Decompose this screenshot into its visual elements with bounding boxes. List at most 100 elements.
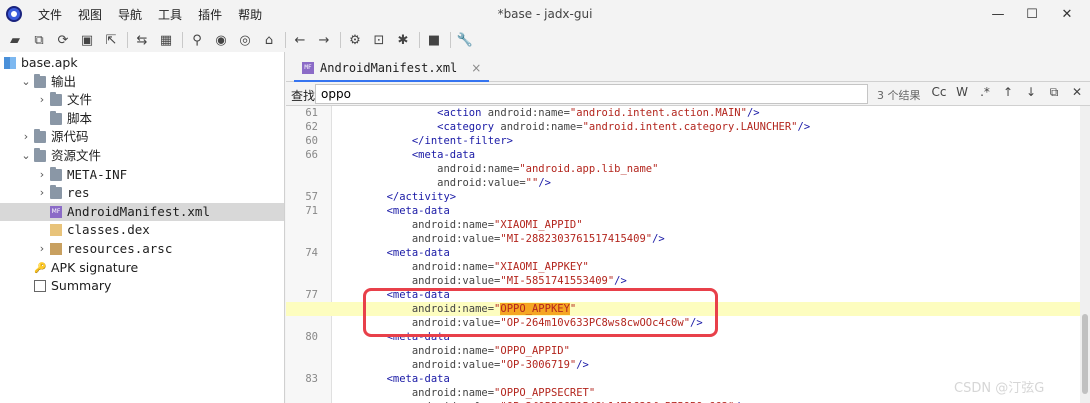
find-usage-icon[interactable]: ◎ [234,29,256,51]
code-text: </intent-filter> [336,134,513,148]
tree-item-resources[interactable]: ⌄ 资源文件 [0,147,284,165]
code-token: <meta-data [411,149,476,161]
tree-item-android-manifest[interactable]: MF AndroidManifest.xml [0,202,284,221]
code-line: android:name="OPPO_APPID" [286,344,1080,358]
home-icon[interactable]: ⌂ [258,29,280,51]
flatten-icon[interactable]: ▦ [155,29,177,51]
expand-chevron-icon[interactable]: › [36,184,48,202]
vertical-scrollbar[interactable] [1080,106,1090,403]
toolbar-separator [340,32,341,48]
tree-item-base-apk[interactable]: base.apk [0,54,284,72]
prev-result-button[interactable]: ↑ [999,85,1017,103]
tree-item-res[interactable]: › res [0,184,284,202]
close-search-button[interactable]: ✕ [1068,85,1086,103]
menu-item-4[interactable]: 插件 [190,6,230,23]
code-token: "OPPO_APPID" [494,345,570,357]
refresh-icon[interactable]: ⟳ [52,29,74,51]
line-number: 83 [305,373,318,385]
search-icon[interactable]: ⚲ [186,29,208,51]
menu-item-5[interactable]: 帮助 [230,6,270,23]
tree-item-scripts[interactable]: 脚本 [0,110,284,128]
expand-chevron-icon[interactable]: › [36,240,48,258]
tab-label: AndroidManifest.xml [320,61,458,75]
toolbar-separator [450,32,451,48]
close-button[interactable]: ✕ [1044,0,1090,28]
code-token: /> [614,275,627,287]
tab-android-manifest[interactable]: MF AndroidManifest.xml × [294,56,490,82]
log-icon[interactable]: ■ [423,29,445,51]
whole-word-toggle[interactable]: W [953,85,971,103]
open-folder-icon[interactable]: ▰ [4,29,26,51]
close-tab-icon[interactable]: × [471,61,481,75]
menu-item-2[interactable]: 导航 [110,6,150,23]
debug-icon[interactable]: ✱ [392,29,414,51]
code-text: <meta-data [336,204,450,218]
tree-item-label: 文件 [67,92,93,108]
code-text: android:value="OP-3006719"/> [336,358,589,372]
code-token: "OP-3006719" [500,359,577,371]
sync-icon[interactable]: ⇆ [131,29,153,51]
annotation-highlight-box [363,288,718,337]
next-result-button[interactable]: ↓ [1022,85,1040,103]
code-token: "OPPO_APPSECRET" [494,387,596,399]
search-input[interactable] [315,84,868,104]
deobfuscate-icon[interactable]: ⚙ [344,29,366,51]
regex-toggle[interactable]: .* [976,85,994,103]
export-icon[interactable]: ⇱ [100,29,122,51]
code-line: 74 <meta-data [286,246,1080,260]
tree-item-files[interactable]: › 文件 [0,91,284,109]
tree-item-label: base.apk [21,55,78,70]
project-tree[interactable]: base.apk ⌄ 输出 › 文件 脚本 › 源代码 ⌄ 资源文件 › META-INF › res MF… [0,52,285,403]
code-view[interactable]: 61 <action android:name="android.intent.… [286,106,1090,403]
expand-chevron-icon[interactable]: ⌄ [20,73,32,91]
tree-item-meta-inf[interactable]: › META-INF [0,166,284,184]
watermark: CSDN @汀弦G [954,381,1045,396]
code-line: 60 </intent-filter> [286,134,1080,148]
folder-icon [34,148,46,162]
title-bar: 文件 视图 导航 工具 插件 帮助 *base - jadx-gui — ☐ ✕ [0,0,1090,28]
code-token: "MI-2882303761517415409" [500,233,653,245]
find-class-icon[interactable]: ◉ [210,29,232,51]
expand-chevron-icon[interactable]: › [36,166,48,184]
code-line: android:name="XIAOMI_APPID" [286,218,1080,232]
tree-item-source-code[interactable]: › 源代码 [0,128,284,146]
code-text: android:name="XIAOMI_APPID" [336,218,583,232]
expand-chevron-icon[interactable]: ⌄ [20,147,32,165]
menu-bar: 文件 视图 导航 工具 插件 帮助 [30,0,270,28]
settings-wrench-icon[interactable]: 🔧 [454,29,476,51]
code-text: android:name="OPPO_APPID" [336,344,570,358]
multi-select-button[interactable]: ⧉ [1045,85,1063,103]
quark-icon[interactable]: ⊡ [368,29,390,51]
code-token: android:name= [487,107,570,119]
forward-arrow-icon[interactable]: → [313,29,335,51]
tree-item-apk-signature[interactable]: APK signature [0,259,284,278]
tree-item-output[interactable]: ⌄ 输出 [0,73,284,91]
tree-item-label: resources.arsc [67,241,173,256]
code-token: /> [652,233,665,245]
tree-item-classes-dex[interactable]: classes.dex [0,221,284,239]
save-all-icon[interactable]: ⧉ [28,29,50,51]
menu-item-3[interactable]: 工具 [150,6,190,23]
save-icon[interactable]: ▣ [76,29,98,51]
tree-item-summary[interactable]: Summary [0,277,284,295]
scrollbar-thumb[interactable] [1082,314,1088,394]
tree-item-label: AndroidManifest.xml [67,203,210,219]
menu-item-1[interactable]: 视图 [70,6,110,23]
expand-chevron-icon[interactable]: › [20,128,32,146]
expand-chevron-icon[interactable]: › [36,91,48,109]
code-token: </activity> [386,191,457,203]
tree-item-resources-arsc[interactable]: › resources.arsc [0,240,284,258]
menu-item-0[interactable]: 文件 [30,6,70,23]
code-token: android:name= [411,345,495,357]
code-token: "XIAOMI_APPID" [494,219,583,231]
match-case-toggle[interactable]: Cc [930,85,948,103]
code-token: "android.intent.category.LAUNCHER" [582,121,798,133]
tree-item-label: META-INF [67,166,128,182]
back-arrow-icon[interactable]: ← [289,29,311,51]
